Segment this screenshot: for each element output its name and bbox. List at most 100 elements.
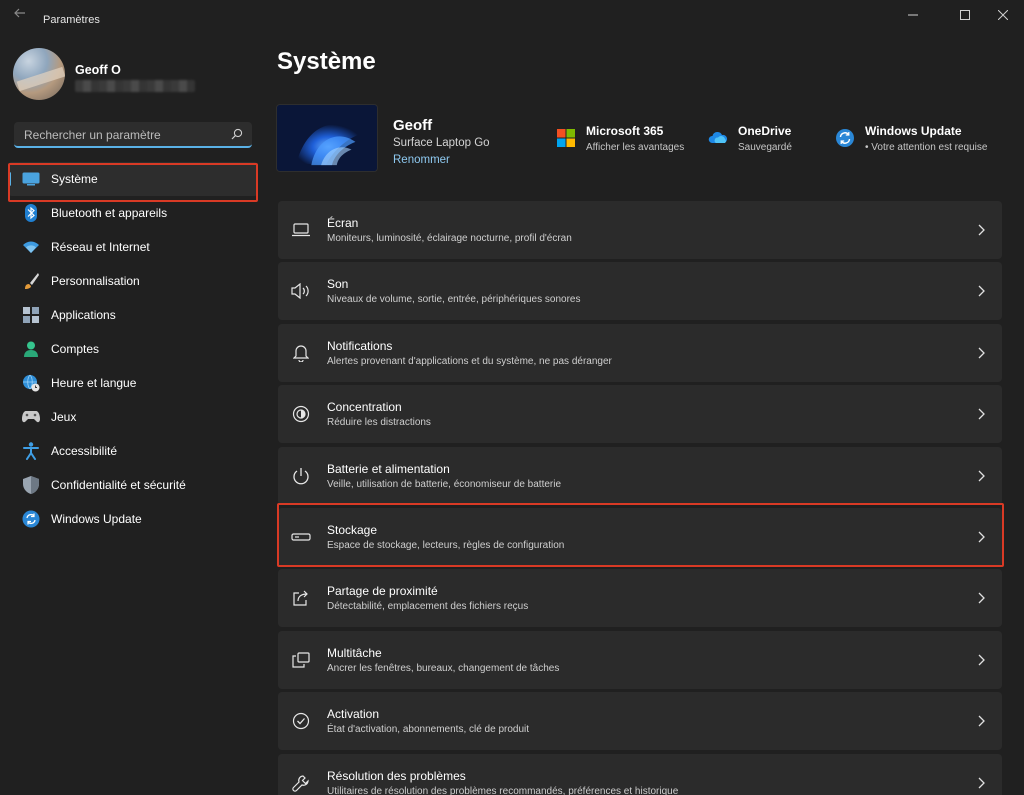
chevron-right-icon bbox=[978, 285, 985, 297]
setting-ecran[interactable]: Écran Moniteurs, luminosité, éclairage n… bbox=[278, 201, 1002, 259]
device-name: Geoff bbox=[393, 117, 433, 134]
rename-link[interactable]: Renommer bbox=[393, 154, 450, 166]
close-button[interactable] bbox=[980, 0, 1024, 30]
maximize-icon bbox=[960, 10, 970, 20]
sidebar-item-bluetooth[interactable]: Bluetooth et appareils bbox=[8, 196, 258, 230]
wifi-icon bbox=[22, 238, 40, 256]
user-profile[interactable]: Geoff O bbox=[13, 48, 253, 104]
focus-icon bbox=[291, 404, 311, 424]
windows-update-icon bbox=[836, 129, 854, 147]
sidebar-item-applications[interactable]: Applications bbox=[8, 298, 258, 332]
setting-title: Écran bbox=[327, 216, 359, 230]
app-title: Paramètres bbox=[43, 14, 100, 26]
setting-subtitle: Ancrer les fenêtres, bureaux, changement… bbox=[327, 662, 560, 674]
setting-subtitle: Utilitaires de résolution des problèmes … bbox=[327, 785, 679, 795]
sidebar-item-personnalisation[interactable]: Personnalisation bbox=[8, 264, 258, 298]
setting-activation[interactable]: Activation État d'activation, abonnement… bbox=[278, 692, 1002, 751]
sidebar-item-label: Réseau et Internet bbox=[51, 240, 150, 254]
person-icon bbox=[22, 340, 40, 358]
settings-list: Écran Moniteurs, luminosité, éclairage n… bbox=[278, 201, 1002, 795]
sidebar: Geoff O Rechercher un paramètre Système … bbox=[0, 30, 262, 795]
chevron-right-icon bbox=[978, 347, 985, 359]
quick-link-subtitle: Afficher les avantages bbox=[586, 142, 685, 153]
quick-link-title: Microsoft 365 bbox=[586, 124, 664, 138]
activation-icon bbox=[291, 711, 311, 731]
sidebar-item-heure[interactable]: Heure et langue bbox=[8, 366, 258, 400]
setting-title: Notifications bbox=[327, 338, 393, 353]
setting-title: Multitâche bbox=[327, 645, 382, 660]
quick-link-subtitle: Sauvegardé bbox=[738, 142, 792, 153]
device-wallpaper-thumbnail bbox=[276, 104, 378, 172]
setting-title: Activation bbox=[327, 707, 380, 722]
wrench-icon bbox=[291, 773, 311, 793]
chevron-right-icon bbox=[978, 592, 985, 604]
quick-link-windows-update[interactable]: Windows Update • Votre attention est req… bbox=[835, 122, 1005, 162]
setting-stockage[interactable]: Stockage Espace de stockage, lecteurs, r… bbox=[278, 507, 1002, 566]
sidebar-item-comptes[interactable]: Comptes bbox=[8, 332, 258, 366]
chevron-right-icon bbox=[978, 715, 985, 727]
sidebar-item-label: Système bbox=[51, 172, 98, 186]
quick-link-title: Windows Update bbox=[865, 124, 962, 138]
chevron-right-icon bbox=[978, 777, 985, 788]
setting-subtitle: Réduire les distractions bbox=[327, 417, 431, 429]
sidebar-item-reseau[interactable]: Réseau et Internet bbox=[8, 230, 258, 264]
avatar bbox=[13, 48, 65, 100]
share-icon bbox=[291, 588, 311, 608]
apps-icon bbox=[22, 306, 40, 324]
setting-subtitle: Niveaux de volume, sortie, entrée, périp… bbox=[327, 294, 581, 306]
setting-title: Stockage bbox=[327, 522, 378, 537]
search-icon bbox=[231, 128, 243, 140]
sidebar-item-systeme[interactable]: Système bbox=[8, 162, 258, 196]
quick-link-title: OneDrive bbox=[738, 124, 792, 138]
sidebar-item-label: Accessibilité bbox=[51, 444, 118, 458]
sidebar-item-confidentialite[interactable]: Confidentialité et sécurité bbox=[8, 468, 258, 502]
sidebar-item-label: Heure et langue bbox=[51, 376, 137, 390]
setting-partage-proximite[interactable]: Partage de proximité Détectabilité, empl… bbox=[278, 569, 1002, 628]
search-placeholder: Rechercher un paramètre bbox=[24, 128, 161, 142]
system-icon bbox=[22, 170, 40, 188]
onedrive-icon bbox=[708, 131, 728, 143]
update-icon bbox=[22, 510, 40, 528]
sidebar-item-label: Jeux bbox=[51, 410, 77, 424]
paintbrush-icon bbox=[22, 272, 40, 290]
quick-link-microsoft-365[interactable]: Microsoft 365 Afficher les avantages bbox=[556, 122, 696, 162]
setting-title: Partage de proximité bbox=[327, 584, 438, 599]
device-model: Surface Laptop Go bbox=[393, 137, 490, 149]
quick-link-onedrive[interactable]: OneDrive Sauvegardé bbox=[708, 122, 818, 162]
chevron-right-icon bbox=[978, 654, 985, 666]
speaker-icon bbox=[291, 281, 311, 301]
title-bar: Paramètres bbox=[0, 0, 1024, 30]
setting-concentration[interactable]: Concentration Réduire les distractions bbox=[278, 385, 1002, 444]
sidebar-item-jeux[interactable]: Jeux bbox=[8, 400, 258, 434]
sidebar-nav: Système Bluetooth et appareils Réseau et… bbox=[8, 162, 258, 536]
close-icon bbox=[998, 10, 1008, 20]
multitask-icon bbox=[291, 650, 311, 670]
chevron-right-icon bbox=[978, 224, 985, 236]
sidebar-item-label: Applications bbox=[51, 308, 116, 322]
microsoft-365-icon bbox=[557, 129, 575, 147]
setting-subtitle: Veille, utilisation de batterie, économi… bbox=[327, 478, 562, 490]
bell-icon bbox=[291, 343, 311, 363]
shield-icon bbox=[22, 476, 40, 494]
sidebar-item-label: Personnalisation bbox=[51, 274, 140, 288]
setting-multitache[interactable]: Multitâche Ancrer les fenêtres, bureaux,… bbox=[278, 630, 1002, 689]
search-input[interactable]: Rechercher un paramètre bbox=[14, 122, 252, 148]
setting-notifications[interactable]: Notifications Alertes provenant d'applic… bbox=[278, 323, 1002, 382]
sidebar-item-windows-update[interactable]: Windows Update bbox=[8, 502, 258, 536]
setting-son[interactable]: Son Niveaux de volume, sortie, entrée, p… bbox=[278, 262, 1002, 321]
sidebar-item-label: Comptes bbox=[51, 342, 100, 356]
sidebar-item-accessibilite[interactable]: Accessibilité bbox=[8, 434, 258, 468]
accessibility-icon bbox=[22, 442, 40, 460]
setting-title: Résolution des problèmes bbox=[327, 768, 466, 783]
setting-batterie[interactable]: Batterie et alimentation Veille, utilisa… bbox=[278, 446, 1002, 505]
setting-subtitle: Espace de stockage, lecteurs, règles de … bbox=[327, 539, 565, 551]
chevron-right-icon bbox=[978, 408, 985, 420]
page-title: Système bbox=[277, 48, 376, 75]
back-arrow-icon[interactable] bbox=[10, 6, 30, 24]
setting-subtitle: Détectabilité, emplacement des fichiers … bbox=[327, 601, 529, 613]
setting-title: Son bbox=[327, 277, 349, 292]
user-email-redacted bbox=[75, 80, 195, 92]
minimize-button[interactable] bbox=[890, 0, 936, 30]
setting-resolution-problemes[interactable]: Résolution des problèmes Utilitaires de … bbox=[278, 753, 1002, 795]
setting-title: Batterie et alimentation bbox=[327, 461, 450, 476]
